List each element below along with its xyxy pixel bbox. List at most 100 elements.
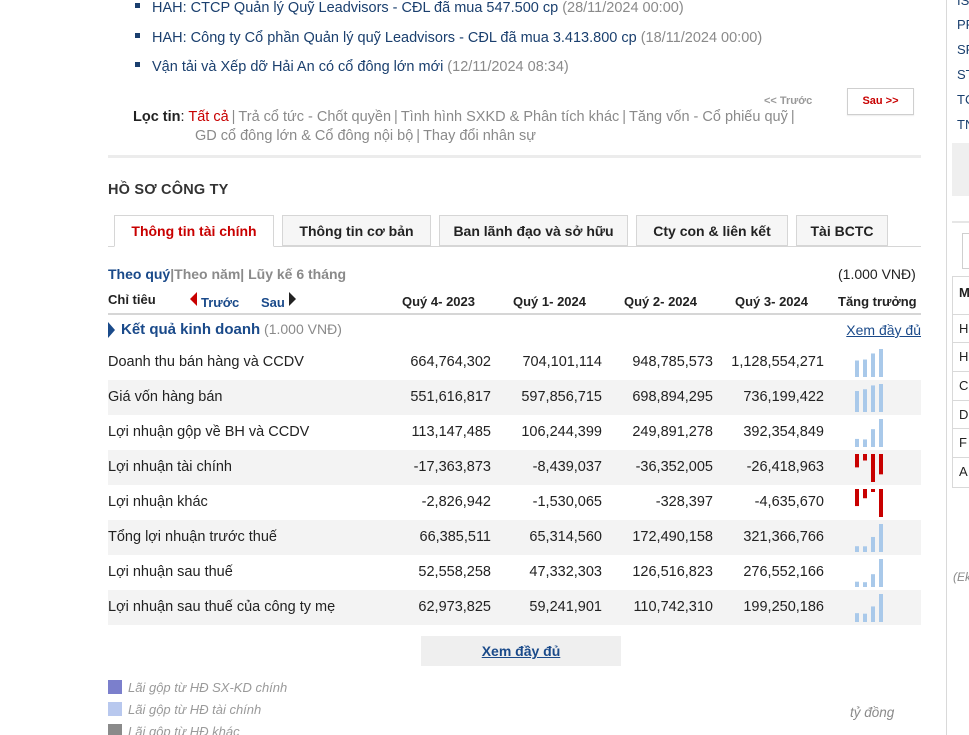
sidebar-link[interactable]: TC bbox=[957, 92, 969, 107]
row-value: 106,244,399 bbox=[521, 424, 602, 440]
sparkline-bar bbox=[871, 606, 875, 622]
tab-financial-info[interactable]: Thông tin tài chính bbox=[114, 215, 274, 247]
quarter-header: Quý 1- 2024 bbox=[513, 294, 586, 309]
period-year[interactable]: Theo năm bbox=[174, 266, 240, 282]
sidebar-cell: F bbox=[953, 428, 969, 456]
sidebar-link[interactable]: IS bbox=[957, 0, 969, 8]
filter-business-analysis[interactable]: Tình hình SXKD & Phân tích khác bbox=[401, 109, 619, 125]
row-value: 59,241,901 bbox=[529, 599, 602, 615]
sidebar-input[interactable] bbox=[962, 233, 969, 269]
sidebar-link[interactable]: SF bbox=[957, 42, 969, 57]
news-date: (12/11/2024 08:34) bbox=[447, 59, 569, 75]
page: { "news": [ {"title": "HAH: CTCP Quản lý… bbox=[0, 0, 969, 735]
row-value: -328,397 bbox=[655, 494, 713, 510]
sidebar-link[interactable]: ST bbox=[957, 67, 969, 82]
filter-label: Lọc tin: bbox=[133, 109, 185, 125]
row-label: Doanh thu bán hàng và CCDV bbox=[108, 354, 304, 370]
sparkline-bar bbox=[855, 581, 859, 587]
row-label: Lợi nhuận gộp về BH và CCDV bbox=[108, 424, 310, 440]
table-row: Lợi nhuận tài chính -17,363,873 -8,439,0… bbox=[108, 450, 921, 485]
chart-legend: Lãi gộp từ HĐ SX-KD chính Lãi gộp từ HĐ … bbox=[108, 680, 287, 735]
news-filter: Lọc tin: Tất cả | Trả cổ tức - Chốt quyền |… bbox=[133, 109, 795, 144]
filter-major-shareholder[interactable]: GD cổ đông lớn & Cổ đông nội bộ bbox=[195, 128, 413, 144]
row-value: 172,490,158 bbox=[632, 529, 713, 545]
filter-all[interactable]: Tất cả bbox=[188, 109, 228, 125]
legend-swatch bbox=[108, 724, 122, 735]
sparkline-bar bbox=[871, 353, 875, 377]
sidebar-divider bbox=[952, 221, 969, 223]
sparkline-bar bbox=[879, 419, 883, 447]
sparkline-bar bbox=[871, 574, 875, 587]
sparkline-bar bbox=[879, 454, 883, 475]
legend-item: Lãi gộp từ HĐ SX-KD chính bbox=[108, 680, 287, 702]
prev-page-link[interactable]: << Trước bbox=[764, 95, 812, 107]
row-value: 551,616,817 bbox=[410, 389, 491, 405]
sidebar-link[interactable]: PF bbox=[957, 17, 969, 32]
news-title[interactable]: HAH: CTCP Quản lý Quỹ Leadvisors - CĐL đ… bbox=[152, 0, 558, 16]
filter-personnel[interactable]: Thay đổi nhân sự bbox=[423, 128, 536, 144]
period-quarter[interactable]: Theo quý bbox=[108, 266, 170, 282]
row-label: Lợi nhuận tài chính bbox=[108, 459, 232, 475]
news-title[interactable]: HAH: Công ty Cổ phần Quản lý quỹ Leadvis… bbox=[152, 30, 637, 46]
row-value: 113,147,485 bbox=[411, 424, 491, 440]
news-date: (28/11/2024 00:00) bbox=[562, 0, 684, 16]
expand-icon[interactable] bbox=[108, 322, 115, 338]
tab-subsidiaries[interactable]: Cty con & liên kết bbox=[636, 215, 788, 246]
divider bbox=[108, 155, 921, 158]
row-value: 392,354,849 bbox=[743, 424, 824, 440]
financial-table: Doanh thu bán hàng và CCDV 664,764,302 7… bbox=[108, 345, 921, 625]
filter-dividend[interactable]: Trả cổ tức - Chốt quyền bbox=[238, 109, 391, 125]
unit-label: (1.000 VNĐ) bbox=[838, 266, 916, 282]
news-item[interactable]: Vận tải và Xếp dỡ Hải An có cổ đông lớn … bbox=[133, 59, 833, 89]
sidebar-cell: M bbox=[959, 285, 969, 300]
table-row: Lợi nhuận sau thuế của công ty mẹ 62,973… bbox=[108, 590, 921, 625]
next-page-button[interactable]: Sau >> bbox=[847, 88, 914, 115]
growth-sparkline bbox=[855, 454, 883, 482]
group-title: Kết quả kinh doanh (1.000 VNĐ) bbox=[121, 321, 342, 338]
news-title[interactable]: Vận tải và Xếp dỡ Hải An có cổ đông lớn … bbox=[152, 59, 443, 75]
row-label: Giá vốn hàng bán bbox=[108, 389, 223, 405]
tab-leadership-ownership[interactable]: Ban lãnh đạo và sở hữu bbox=[439, 215, 628, 246]
news-item[interactable]: HAH: CTCP Quản lý Quỹ Leadvisors - CĐL đ… bbox=[133, 0, 833, 30]
row-value: -2,826,942 bbox=[421, 494, 491, 510]
arrow-right-icon[interactable] bbox=[289, 292, 296, 306]
header-divider bbox=[108, 313, 921, 315]
row-value: 1,128,554,271 bbox=[731, 354, 824, 370]
sparkline-bar bbox=[855, 613, 859, 622]
arrow-left-icon[interactable] bbox=[190, 292, 197, 306]
period-selector: Theo quý|Theo năm| Lũy kế 6 tháng bbox=[108, 266, 347, 282]
sidebar-link[interactable]: TN bbox=[957, 117, 969, 132]
sparkline-bar bbox=[863, 489, 867, 499]
section-title: HỒ SƠ CÔNG TY bbox=[108, 182, 229, 198]
sparkline-bar bbox=[871, 536, 875, 552]
tab-financial-statements[interactable]: Tài BCTC bbox=[796, 215, 888, 246]
next-period-link[interactable]: Sau bbox=[261, 295, 285, 310]
growth-sparkline bbox=[855, 594, 883, 622]
row-value: 948,785,573 bbox=[632, 354, 713, 370]
row-value: 52,558,258 bbox=[418, 564, 491, 580]
row-value: 199,250,186 bbox=[743, 599, 824, 615]
quarter-header: Quý 4- 2023 bbox=[402, 294, 475, 309]
sidebar-cell: H bbox=[953, 342, 969, 370]
view-full-link[interactable]: Xem đầy đủ bbox=[846, 322, 921, 338]
sparkline-bar bbox=[879, 349, 883, 377]
sparkline-bar bbox=[855, 489, 859, 507]
tab-basic-info[interactable]: Thông tin cơ bản bbox=[282, 215, 431, 246]
sparkline-bar bbox=[863, 439, 867, 447]
sidebar-note: (Ek bbox=[953, 570, 969, 584]
row-value: 62,973,825 bbox=[418, 599, 491, 615]
period-cumulative[interactable]: Lũy kế 6 tháng bbox=[244, 266, 346, 282]
news-item[interactable]: HAH: Công ty Cổ phần Quản lý quỹ Leadvis… bbox=[133, 30, 833, 60]
view-full-button[interactable]: Xem đầy đủ bbox=[421, 636, 621, 666]
sparkline-bar bbox=[863, 454, 867, 461]
growth-header: Tăng trưởng bbox=[838, 294, 917, 309]
bullet-icon bbox=[135, 3, 140, 8]
row-value: -8,439,037 bbox=[532, 459, 602, 475]
quarter-header: Quý 3- 2024 bbox=[735, 294, 808, 309]
filter-capital-increase[interactable]: Tăng vốn - Cổ phiếu quỹ bbox=[629, 109, 788, 125]
table-row: Lợi nhuận gộp về BH và CCDV 113,147,485 … bbox=[108, 415, 921, 450]
row-label: Lợi nhuận sau thuế của công ty mẹ bbox=[108, 599, 336, 615]
sidebar-cell: C bbox=[953, 371, 969, 399]
sparkline-bar bbox=[863, 582, 867, 587]
prev-period-link[interactable]: Trước bbox=[201, 295, 239, 310]
